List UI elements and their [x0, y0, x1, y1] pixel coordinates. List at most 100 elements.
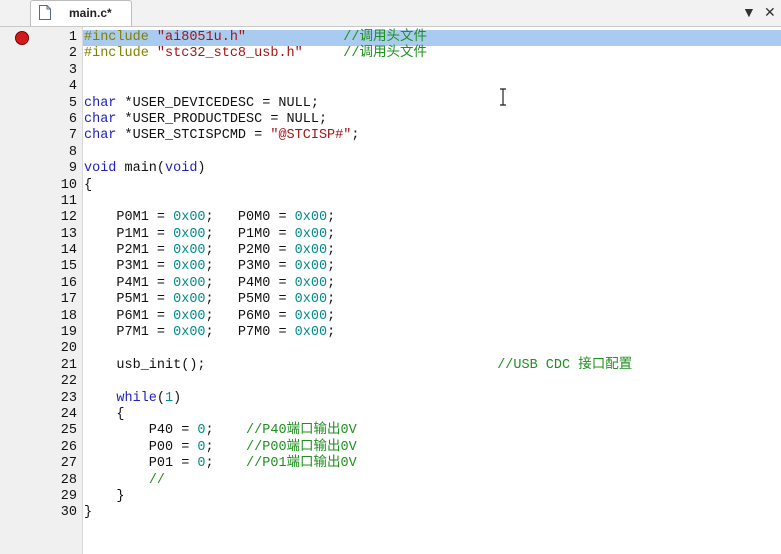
code-line[interactable]: 17 P5M1 = 0x00; P5M0 = 0x00; — [0, 292, 781, 308]
line-number: 17 — [60, 292, 77, 308]
code-line[interactable]: 6 char *USER_PRODUCTDESC = NULL; — [0, 112, 781, 128]
code-token: 0x00 — [173, 243, 206, 259]
line-number: 1 — [68, 30, 77, 45]
code-line[interactable]: 7 char *USER_STCISPCMD = "@STCISP#"; — [0, 128, 781, 144]
line-number: 7 — [68, 128, 77, 144]
code-token: 1 — [165, 390, 174, 406]
code-line[interactable]: 24 { — [0, 407, 781, 423]
code-line[interactable]: 14 P2M1 = 0x00; P2M0 = 0x00; — [0, 243, 781, 259]
code-token: 0 — [197, 439, 206, 455]
code-token: P2M1 = — [84, 243, 174, 259]
code-token: char — [84, 111, 117, 127]
code-line[interactable]: 29 } — [0, 489, 781, 505]
code-token: ) — [173, 390, 182, 406]
chevron-down-icon[interactable]: ▼ — [742, 3, 756, 21]
code-text[interactable]: void main(void) — [83, 161, 781, 177]
code-text[interactable]: usb_init(); //USB CDC 接口配置 — [83, 358, 781, 374]
code-line[interactable]: 19 P7M1 = 0x00; P7M0 = 0x00; — [0, 325, 781, 341]
code-line[interactable]: 4 — [0, 79, 781, 95]
code-token: 0x00 — [294, 275, 328, 291]
code-token: "ai8051u.h" — [156, 30, 247, 45]
code-line[interactable]: 27 P01 = 0; //P01端口输出0V — [0, 456, 781, 472]
code-token: P40 = — [84, 423, 198, 439]
code-text[interactable]: // — [83, 473, 781, 489]
line-number: 26 — [60, 439, 77, 455]
line-number: 28 — [60, 472, 77, 488]
code-text[interactable]: P5M1 = 0x00; P5M0 = 0x00; — [83, 292, 781, 308]
code-line[interactable]: 25 P40 = 0; //P40端口输出0V — [0, 423, 781, 439]
code-line[interactable]: 13 P1M1 = 0x00; P1M0 = 0x00; — [0, 227, 781, 243]
code-token: } — [84, 488, 125, 504]
code-text[interactable]: P4M1 = 0x00; P4M0 = 0x00; — [83, 276, 781, 292]
code-line[interactable]: 1 #include "ai8051u.h" //调用头文件 — [0, 30, 781, 47]
code-line[interactable]: 8 — [0, 145, 781, 161]
code-line[interactable]: 21 usb_init(); //USB CDC 接口配置 — [0, 358, 781, 374]
code-line[interactable]: 28 // — [0, 473, 781, 489]
code-text[interactable]: P6M1 = 0x00; P6M0 = 0x00; — [83, 309, 781, 325]
line-number: 24 — [60, 406, 77, 422]
code-text[interactable]: P00 = 0; //P00端口输出0V — [83, 440, 781, 456]
code-line[interactable]: 30} — [0, 505, 781, 521]
line-number: 22 — [60, 374, 77, 390]
code-text[interactable]: } — [83, 505, 781, 521]
code-editor[interactable]: 1 #include "ai8051u.h" //调用头文件 2 #include "… — [0, 27, 781, 554]
code-text[interactable]: P7M1 = 0x00; P7M0 = 0x00; — [83, 325, 781, 341]
code-token: } — [84, 505, 93, 521]
line-number: 16 — [60, 275, 77, 291]
code-line[interactable]: 10 { — [0, 178, 781, 194]
code-text[interactable]: while(1) — [83, 391, 781, 407]
code-line[interactable]: 9 void main(void) — [0, 161, 781, 177]
code-line[interactable]: 23 while(1) — [0, 391, 781, 407]
tab-label: main.c* — [69, 6, 112, 20]
code-token: 0x00 — [294, 325, 328, 341]
code-token: P7M1 = — [84, 325, 174, 341]
code-token: 0x00 — [294, 210, 328, 226]
code-line[interactable]: 2 #include "stc32_stc8_usb.h" //调用头文件 — [0, 46, 781, 62]
line-number: 29 — [60, 488, 77, 504]
code-text[interactable]: P3M1 = 0x00; P3M0 = 0x00; — [83, 259, 781, 275]
code-line[interactable]: 20 — [0, 341, 781, 357]
code-text[interactable]: #include "stc32_stc8_usb.h" //调用头文件 — [83, 46, 781, 62]
code-token: P4M1 = — [84, 275, 174, 291]
code-text[interactable]: P01 = 0; //P01端口输出0V — [83, 456, 781, 472]
code-text[interactable]: { — [83, 178, 781, 194]
code-text[interactable]: char *USER_STCISPCMD = "@STCISP#"; — [83, 128, 781, 144]
code-token: #include — [84, 46, 157, 62]
close-icon[interactable]: ✕ — [764, 3, 776, 21]
code-line[interactable]: 5 char *USER_DEVICEDESC = NULL; — [0, 96, 781, 112]
code-line[interactable]: 15 P3M1 = 0x00; P3M0 = 0x00; — [0, 259, 781, 275]
code-token: void — [84, 161, 117, 177]
code-text[interactable]: { — [83, 407, 781, 423]
code-line[interactable]: 12 P0M1 = 0x00; P0M0 = 0x00; — [0, 210, 781, 226]
code-line[interactable]: 3 — [0, 63, 781, 79]
code-token: ; — [327, 292, 336, 308]
code-token: ; — [351, 128, 360, 144]
code-token: ; — [327, 259, 336, 275]
code-token: ; P0M0 = — [205, 210, 295, 226]
code-text[interactable]: P40 = 0; //P40端口输出0V — [83, 423, 781, 439]
code-line[interactable]: 11 — [0, 194, 781, 210]
code-line[interactable]: 26 P00 = 0; //P00端口输出0V — [0, 440, 781, 456]
line-number: 4 — [68, 79, 77, 95]
tab-main-c[interactable]: main.c* — [30, 0, 132, 26]
code-text[interactable]: P0M1 = 0x00; P0M0 = 0x00; — [83, 210, 781, 226]
code-text[interactable]: P1M1 = 0x00; P1M0 = 0x00; — [83, 227, 781, 243]
code-line[interactable]: 18 P6M1 = 0x00; P6M0 = 0x00; — [0, 309, 781, 325]
code-token: ; — [327, 325, 336, 341]
code-text[interactable]: char *USER_PRODUCTDESC = NULL; — [83, 112, 781, 128]
code-text[interactable]: P2M1 = 0x00; P2M0 = 0x00; — [83, 243, 781, 259]
code-token: 0 — [197, 456, 206, 472]
line-number: 15 — [60, 259, 77, 275]
code-line[interactable]: 16 P4M1 = 0x00; P4M0 = 0x00; — [0, 276, 781, 292]
line-number: 8 — [68, 144, 77, 160]
code-token: ; P2M0 = — [205, 243, 295, 259]
code-line[interactable]: 22 — [0, 374, 781, 390]
code-text[interactable]: char *USER_DEVICEDESC = NULL; — [83, 96, 781, 112]
code-token: 0x00 — [294, 243, 328, 259]
code-text[interactable]: } — [83, 489, 781, 505]
code-text[interactable]: #include "ai8051u.h" //调用头文件 — [83, 30, 781, 47]
